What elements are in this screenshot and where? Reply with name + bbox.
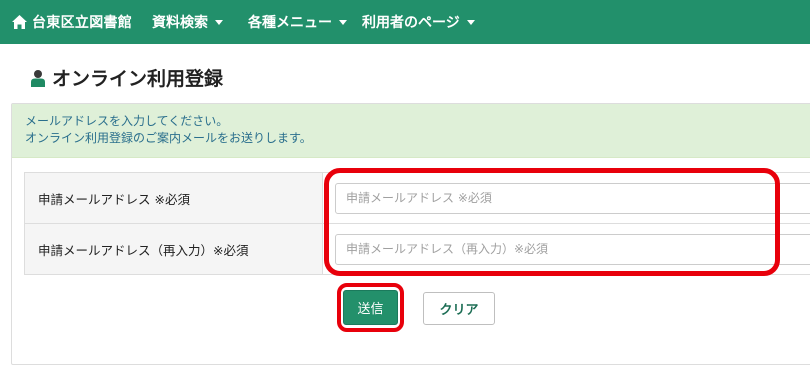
caret-down-icon	[339, 19, 347, 25]
info-message: メールアドレスを入力してください。 オンライン利用登録のご案内メールをお送りしま…	[12, 104, 810, 158]
email-label: 申請メールアドレス ※必須	[24, 172, 323, 224]
nav-menu-search-label: 資料検索	[152, 15, 208, 31]
submit-button[interactable]: 送信	[343, 290, 398, 325]
clear-button[interactable]: クリア	[423, 292, 495, 325]
caret-down-icon	[215, 19, 223, 25]
top-navbar: 台東区立図書館 資料検索 各種メニュー 利用者のページ	[0, 0, 810, 44]
nav-menu-various[interactable]: 各種メニュー	[248, 12, 347, 32]
library-home-link[interactable]: 台東区立図書館	[12, 12, 132, 32]
library-name: 台東区立図書館	[32, 15, 133, 31]
nav-menu-user-page[interactable]: 利用者のページ	[362, 12, 475, 32]
info-line-2: オンライン利用登録のご案内メールをお送りします。	[25, 131, 312, 145]
page-title-text: オンライン利用登録	[52, 68, 224, 90]
nav-menu-search[interactable]: 資料検索	[152, 12, 223, 32]
home-icon	[12, 15, 27, 29]
email-confirm-label: 申請メールアドレス（再入力）※必須	[24, 223, 323, 275]
page-title: オンライン利用登録	[30, 64, 223, 91]
input-highlight-annotation	[324, 168, 780, 276]
nav-menu-various-label: 各種メニュー	[248, 15, 332, 31]
person-icon	[31, 69, 45, 87]
nav-menu-user-page-label: 利用者のページ	[362, 15, 460, 31]
info-line-1: メールアドレスを入力してください。	[25, 114, 229, 128]
caret-down-icon	[466, 19, 475, 25]
